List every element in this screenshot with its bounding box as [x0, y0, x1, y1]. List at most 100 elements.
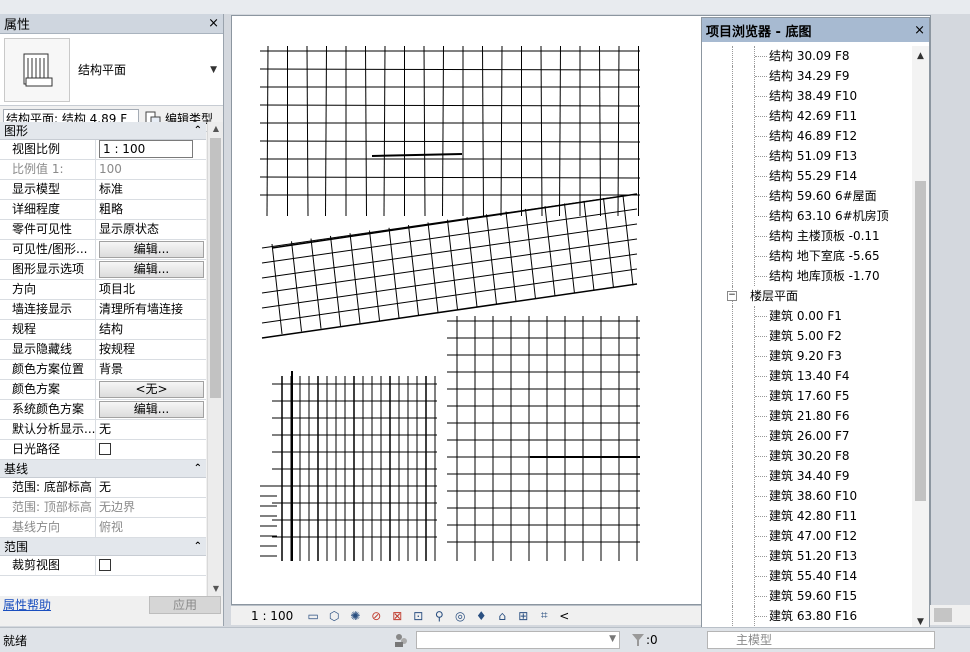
design-option-field[interactable]: 主模型 — [707, 631, 935, 649]
property-value[interactable]: 按规程 — [96, 340, 206, 359]
section-graphics[interactable]: 图形 ⌃ — [0, 122, 206, 140]
property-value[interactable]: 无 — [96, 420, 206, 439]
collapse-icon[interactable]: ⌃ — [194, 463, 202, 474]
tree-item-view[interactable]: 建筑 9.20 F3 — [702, 346, 912, 366]
tree-item-label: 结构 55.29 F14 — [769, 169, 858, 183]
tree-item-view[interactable]: 建筑 5.00 F2 — [702, 326, 912, 346]
edit-button[interactable]: 编辑... — [99, 401, 204, 418]
worksets-icon[interactable] — [392, 631, 410, 649]
shadows-icon[interactable]: ⊘ — [368, 608, 384, 624]
property-row: 系统颜色方案 编辑... — [0, 400, 206, 420]
tree-item-view[interactable]: 结构 51.09 F13 — [702, 146, 912, 166]
tree-item-view[interactable]: 结构 38.49 F10 — [702, 86, 912, 106]
property-value[interactable]: 无边界 — [96, 498, 206, 517]
chevron-down-icon[interactable]: ▼ — [210, 65, 217, 75]
property-value[interactable]: 编辑... — [96, 400, 206, 419]
tree-item-view[interactable]: 建筑 47.00 F12 — [702, 526, 912, 546]
checkbox[interactable] — [99, 559, 111, 571]
detail-level-icon[interactable]: ▭ — [305, 608, 321, 624]
edit-button[interactable]: 编辑... — [99, 261, 204, 278]
tree-item-view[interactable]: 结构 42.69 F11 — [702, 106, 912, 126]
tree-item-view[interactable]: 结构 地库顶板 -1.70 — [702, 266, 912, 286]
scroll-thumb[interactable] — [915, 181, 926, 501]
tree-item-view[interactable]: 建筑 30.20 F8 — [702, 446, 912, 466]
visual-style-icon[interactable]: ⬡ — [326, 608, 342, 624]
workset-select[interactable]: ▼ — [416, 631, 620, 649]
property-value[interactable]: 无 — [96, 478, 206, 497]
tree-item-view[interactable]: 建筑 38.60 F10 — [702, 486, 912, 506]
temporary-hide-icon[interactable]: ⚲ — [431, 608, 447, 624]
collapse-toggle-icon[interactable]: − — [727, 291, 737, 301]
crop-view-icon[interactable]: ⊠ — [389, 608, 405, 624]
tree-item-view[interactable]: 建筑 63.80 F16 — [702, 606, 912, 626]
tree-item-view[interactable]: 建筑 59.60 F15 — [702, 586, 912, 606]
property-value[interactable]: 项目北 — [96, 280, 206, 299]
type-selector[interactable]: 结构平面 ▼ — [0, 34, 223, 106]
property-row: 范围: 底部标高无 — [0, 478, 206, 498]
edit-button[interactable]: <无> — [99, 381, 204, 398]
tree-item-view[interactable]: 建筑 42.80 F11 — [702, 506, 912, 526]
tree-item-view[interactable]: 结构 59.60 6#屋面 — [702, 186, 912, 206]
tree-item-view[interactable]: 建筑 55.40 F14 — [702, 566, 912, 586]
property-value[interactable]: 背景 — [96, 360, 206, 379]
apply-button[interactable]: 应用 — [149, 595, 221, 614]
horizontal-scrollbar[interactable] — [930, 605, 970, 625]
collapse-icon[interactable]: ⌃ — [194, 125, 202, 136]
section-underlay[interactable]: 基线 ⌃ — [0, 460, 206, 478]
property-value[interactable]: 粗略 — [96, 200, 206, 219]
tree-item-view[interactable]: 建筑 17.60 F5 — [702, 386, 912, 406]
section-label: 基线 — [4, 462, 29, 476]
property-value[interactable]: 显示原状态 — [96, 220, 206, 239]
property-value[interactable]: 结构 — [96, 320, 206, 339]
close-icon[interactable]: × — [914, 23, 925, 38]
edit-button[interactable]: 编辑... — [99, 241, 204, 258]
tree-item-view[interactable]: 结构 34.29 F9 — [702, 66, 912, 86]
tree-item-view[interactable]: 结构 30.09 F8 — [702, 46, 912, 66]
checkbox[interactable] — [99, 443, 111, 455]
property-value[interactable]: 100 — [96, 160, 206, 179]
close-icon[interactable]: × — [208, 16, 219, 31]
view-scale-input[interactable]: 1 : 100 — [99, 140, 193, 158]
tree-item-view[interactable]: 建筑 13.40 F4 — [702, 366, 912, 386]
tree-item-view[interactable]: 结构 地下室底 -5.65 — [702, 246, 912, 266]
thin-lines-icon[interactable]: ⌗ — [536, 608, 552, 624]
tree-item-view[interactable]: 结构 主楼顶板 -0.11 — [702, 226, 912, 246]
property-value[interactable]: 编辑... — [96, 240, 206, 259]
sun-path-icon[interactable]: ✺ — [347, 608, 363, 624]
constraints-icon[interactable]: ⌂ — [494, 608, 510, 624]
analytical-model-icon[interactable]: ♦ — [473, 608, 489, 624]
nav-left-icon[interactable]: < — [559, 609, 569, 623]
scroll-thumb[interactable] — [210, 138, 221, 398]
browser-scrollbar[interactable]: ▲ ▼ — [912, 46, 929, 633]
reveal-hidden-icon[interactable]: ◎ — [452, 608, 468, 624]
scroll-up-icon[interactable]: ▲ — [208, 122, 224, 136]
tree-item-view[interactable]: 建筑 0.00 F1 — [702, 306, 912, 326]
show-crop-icon[interactable]: ⊡ — [410, 608, 426, 624]
property-value[interactable] — [96, 556, 206, 575]
selection-filter[interactable]: :0 — [630, 632, 658, 648]
scroll-down-icon[interactable]: ▼ — [208, 582, 224, 596]
properties-scrollbar[interactable]: ▲ ▼ — [207, 122, 223, 596]
tree-item-view[interactable]: 结构 63.10 6#机房顶 — [702, 206, 912, 226]
tree-item-view[interactable]: 结构 55.29 F14 — [702, 166, 912, 186]
tree-item-view[interactable]: 建筑 34.40 F9 — [702, 466, 912, 486]
property-value[interactable]: <无> — [96, 380, 206, 399]
scroll-thumb[interactable] — [934, 608, 952, 622]
tree-item-view[interactable]: 建筑 51.20 F13 — [702, 546, 912, 566]
property-value[interactable]: 清理所有墙连接 — [96, 300, 206, 319]
collapse-icon[interactable]: ⌃ — [194, 541, 202, 552]
property-value[interactable]: 1 : 100 — [96, 140, 206, 159]
properties-help-link[interactable]: 属性帮助 — [3, 596, 51, 613]
tree-item-view[interactable]: 建筑 21.80 F6 — [702, 406, 912, 426]
highlight-icon[interactable]: ⊞ — [515, 608, 531, 624]
section-extents[interactable]: 范围 ⌃ — [0, 538, 206, 556]
property-value[interactable]: 标准 — [96, 180, 206, 199]
scroll-up-icon[interactable]: ▲ — [912, 49, 929, 63]
property-value[interactable] — [96, 440, 206, 459]
view-scale[interactable]: 1 : 100 — [231, 609, 305, 623]
property-value[interactable]: 俯视 — [96, 518, 206, 537]
tree-group-floor-plans[interactable]: 楼层平面 − — [702, 286, 912, 306]
tree-item-view[interactable]: 建筑 26.00 F7 — [702, 426, 912, 446]
property-value[interactable]: 编辑... — [96, 260, 206, 279]
tree-item-view[interactable]: 结构 46.89 F12 — [702, 126, 912, 146]
